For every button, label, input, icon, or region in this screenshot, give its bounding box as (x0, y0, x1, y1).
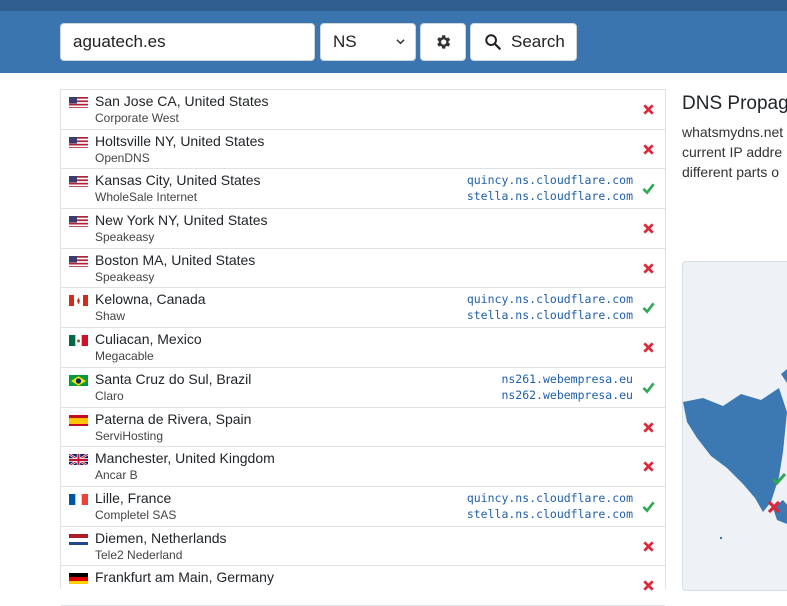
cross-icon (643, 223, 654, 234)
search-button-label: Search (511, 32, 565, 51)
flag-us-icon (69, 136, 88, 148)
result-location: Kansas City, United States (95, 172, 261, 189)
result-isp: ServiHosting (95, 428, 164, 443)
gear-icon (437, 35, 451, 49)
result-records: quincy.ns.cloudflare.com stella.ns.cloudf… (467, 291, 633, 323)
map-check-icon (771, 473, 787, 486)
cross-icon (643, 421, 654, 433)
dns-record: quincy.ns.cloudflare.com (466, 173, 633, 188)
check-icon (642, 302, 655, 315)
result-records: quincy.ns.cloudflare.com stella.ns.cloudf… (467, 172, 633, 204)
flag-mx-icon (69, 334, 88, 347)
chevron-down-icon (396, 39, 405, 45)
result-isp: Claro (95, 388, 124, 403)
check-icon (642, 501, 655, 513)
record-type-value: NS (333, 32, 357, 51)
result-row[interactable]: Holtsville NY, United States OpenDNS (61, 130, 665, 170)
result-row[interactable]: Culiacan, Mexico Megacable (61, 328, 665, 368)
cross-icon (643, 144, 654, 155)
result-row[interactable]: Frankfurt am Main, Germany (61, 566, 665, 606)
cross-icon (643, 540, 654, 552)
sidebar-desc-line: different parts o (682, 164, 780, 180)
result-isp: Completel SAS (95, 507, 177, 522)
result-location: Paterna de Rivera, Spain (95, 410, 252, 427)
check-icon (642, 183, 655, 196)
result-row[interactable]: Paterna de Rivera, Spain ServiHosting (61, 408, 665, 448)
settings-button[interactable] (420, 23, 466, 61)
flag-es-icon (69, 414, 88, 426)
result-location: Lille, France (95, 489, 172, 506)
result-location: San Jose CA, United States (95, 93, 269, 109)
flag-br-icon (69, 374, 88, 386)
sidebar-desc-line: whatsmydns.net (682, 124, 784, 140)
result-row[interactable]: Lille, France Completel SAS quincy.ns.clou… (61, 487, 665, 527)
dns-record: ns262.webempresa.eu (501, 387, 633, 402)
check-icon (642, 382, 655, 394)
dns-record: stella.ns.cloudflare.com (466, 189, 633, 204)
map-cross-icon (767, 500, 781, 514)
search-button[interactable]: Search (470, 23, 577, 61)
result-isp: Megacable (95, 349, 154, 364)
result-location: Boston MA, United States (95, 251, 256, 268)
result-location: Kelowna, Canada (95, 291, 206, 308)
record-type-select[interactable]: NS (320, 23, 416, 61)
sidebar-title: DNS Propag (682, 93, 787, 114)
flag-us-icon (69, 215, 88, 228)
flag-de-icon (69, 572, 88, 585)
cross-icon (643, 263, 654, 274)
flag-us-icon (69, 96, 88, 108)
magnifier-icon (485, 34, 501, 50)
result-records: ns261.webempresa.eu ns262.webempresa.eu (501, 371, 633, 403)
cross-icon (643, 342, 654, 353)
result-isp: OpenDNS (95, 150, 150, 165)
result-location: Culiacan, Mexico (95, 331, 202, 348)
result-isp: WholeSale Internet (95, 190, 198, 205)
result-isp: Speakeasy (95, 269, 155, 284)
flag-nl-icon (69, 533, 88, 545)
flag-us-icon (69, 175, 88, 188)
result-row[interactable]: Manchester, United Kingdom Ancar B (61, 447, 665, 487)
result-row[interactable]: Kansas City, United States WholeSale Inte… (61, 169, 665, 210)
result-location: Holtsville NY, United States (95, 132, 265, 149)
top-strip (0, 0, 787, 11)
result-row[interactable]: Kelowna, Canada Shaw quincy.ns.cloudflare.… (61, 288, 665, 329)
dns-record: stella.ns.cloudflare.com (466, 506, 633, 521)
result-row[interactable]: San Jose CA, United States Corporate West (61, 90, 665, 130)
flag-ca-icon (69, 294, 88, 307)
result-location: New York NY, United States (95, 212, 268, 229)
result-row[interactable]: Santa Cruz do Sul, Brazil Claro ns261.webe… (61, 368, 665, 408)
cross-icon (643, 104, 654, 115)
dns-record: ns261.webempresa.eu (501, 371, 633, 386)
sidebar-description: whatsmydns.net current IP addre differen… (682, 122, 787, 182)
result-isp: Corporate West (95, 111, 179, 125)
results-list: San Jose CA, United States Corporate West… (60, 89, 666, 606)
result-isp: Speakeasy (95, 230, 155, 245)
dns-record: quincy.ns.cloudflare.com (466, 292, 633, 307)
flag-gb-icon (69, 453, 88, 466)
cross-icon (643, 580, 654, 591)
result-row[interactable]: Diemen, Netherlands Tele2 Nederland (61, 527, 665, 567)
sidebar-desc-line: current IP addre (682, 144, 783, 160)
result-row[interactable]: Boston MA, United States Speakeasy (61, 249, 665, 289)
cross-icon (643, 461, 654, 472)
dns-record: quincy.ns.cloudflare.com (466, 490, 633, 505)
result-isp: Tele2 Nederland (95, 547, 183, 562)
search-input[interactable]: aguatech.es (60, 23, 315, 61)
map-graphic (683, 369, 787, 540)
result-isp: Shaw (95, 309, 126, 324)
dns-record: stella.ns.cloudflare.com (466, 308, 633, 323)
result-records: quincy.ns.cloudflare.com stella.ns.cloudf… (467, 490, 633, 522)
result-location: Manchester, United Kingdom (95, 450, 275, 467)
result-row[interactable]: New York NY, United States Speakeasy (61, 209, 665, 249)
flag-us-icon (69, 255, 88, 267)
result-location: Frankfurt am Main, Germany (95, 569, 274, 586)
result-location: Diemen, Netherlands (95, 529, 227, 546)
result-isp: Ancar B (95, 468, 138, 483)
flag-fr-icon (69, 493, 88, 505)
propagation-map[interactable] (682, 261, 787, 591)
result-location: Santa Cruz do Sul, Brazil (95, 370, 252, 387)
